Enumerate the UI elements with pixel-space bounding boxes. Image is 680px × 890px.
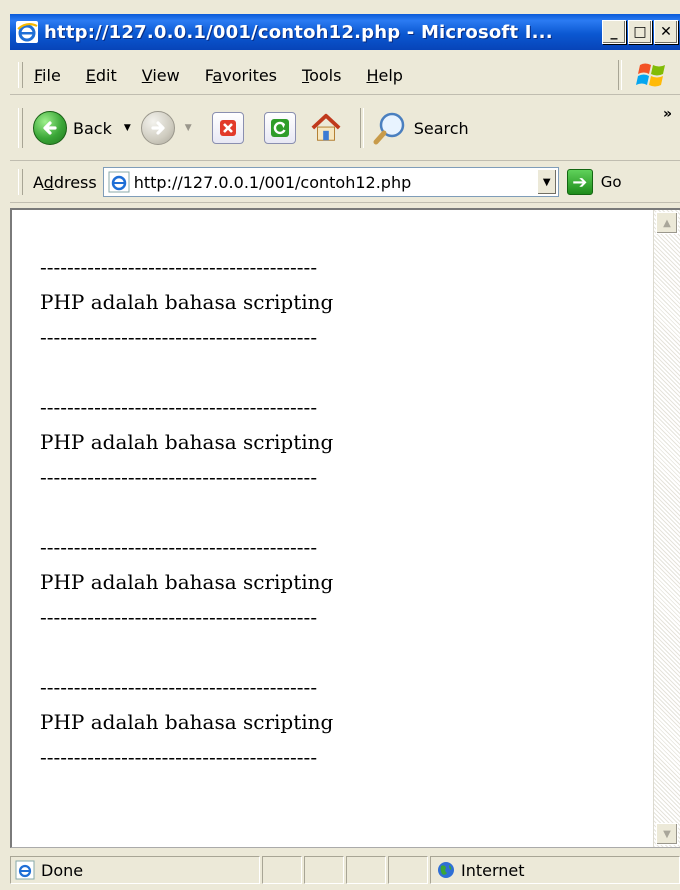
close-button[interactable]: ✕: [654, 20, 678, 44]
stop-button[interactable]: [211, 112, 244, 144]
page-content: ----------------------------------------…: [12, 210, 653, 847]
address-url: http://127.0.0.1/001/contoh12.php: [133, 172, 412, 192]
text-block-1: ----------------------------------------…: [40, 250, 333, 355]
menu-bar: File Edit View Favorites Tools Help: [10, 56, 680, 95]
globe-icon: [438, 862, 454, 878]
search-label: Search: [413, 118, 469, 138]
windows-logo-icon: [636, 63, 665, 87]
search-button[interactable]: Search: [372, 111, 469, 145]
dash-rule: ----------------------------------------…: [40, 325, 318, 349]
back-button[interactable]: Back: [33, 111, 112, 145]
block-text: PHP adalah bahasa scripting: [40, 430, 334, 454]
scroll-up-icon[interactable]: ▲: [656, 212, 678, 234]
status-zone-text: Internet: [461, 860, 525, 880]
vertical-scrollbar[interactable]: ▲ ▼: [653, 210, 680, 847]
go-button[interactable]: ➔ Go: [566, 169, 622, 195]
refresh-icon: [270, 119, 289, 137]
home-icon: [311, 113, 341, 141]
text-block-4: ----------------------------------------…: [40, 670, 333, 775]
back-label: Back: [73, 118, 112, 138]
status-pane-3: [346, 856, 386, 884]
forward-button[interactable]: [140, 111, 175, 145]
address-label: Address: [33, 172, 97, 192]
back-arrow-icon: [33, 111, 67, 145]
page-icon: [108, 171, 130, 193]
address-dropdown-icon[interactable]: ▼: [536, 169, 557, 195]
text-block-2: ----------------------------------------…: [40, 390, 333, 495]
menu-help[interactable]: Help: [365, 64, 403, 87]
forward-dropdown-icon[interactable]: ▼: [185, 123, 192, 133]
status-main: Done: [10, 856, 260, 884]
maximize-icon: □: [633, 24, 647, 40]
menu-edit[interactable]: Edit: [85, 64, 118, 87]
address-input[interactable]: http://127.0.0.1/001/contoh12.php ▼: [102, 167, 559, 197]
status-pane-4: [388, 856, 428, 884]
toolbar-overflow-chevron-icon[interactable]: »: [663, 106, 672, 122]
dash-rule: ----------------------------------------…: [40, 675, 318, 699]
menu-separator: [618, 60, 622, 90]
status-text: Done: [41, 860, 84, 880]
text-block-3: ----------------------------------------…: [40, 530, 333, 635]
standard-toolbar: Back ▼ ▼ Search »: [10, 96, 680, 161]
toolbar-grip[interactable]: [18, 108, 23, 148]
close-icon: ✕: [660, 24, 672, 40]
home-button[interactable]: [310, 112, 342, 144]
dash-rule: ----------------------------------------…: [40, 535, 318, 559]
block-text: PHP adalah bahasa scripting: [40, 710, 334, 734]
status-pane-2: [304, 856, 344, 884]
menubar-grip[interactable]: [18, 62, 23, 88]
forward-arrow-icon: [140, 111, 175, 145]
window-title: http://127.0.0.1/001/contoh12.php - Micr…: [44, 21, 553, 43]
status-pane-1: [262, 856, 302, 884]
dash-rule: ----------------------------------------…: [40, 465, 318, 489]
go-arrow-icon: ➔: [566, 169, 593, 195]
dash-rule: ----------------------------------------…: [40, 255, 318, 279]
addressbar-grip[interactable]: [18, 169, 23, 195]
content-frame: ----------------------------------------…: [10, 208, 680, 848]
minimize-button[interactable]: _: [602, 20, 626, 44]
block-text: PHP adalah bahasa scripting: [40, 570, 334, 594]
dash-rule: ----------------------------------------…: [40, 745, 318, 769]
scroll-down-icon[interactable]: ▼: [656, 823, 678, 845]
menu-tools[interactable]: Tools: [301, 64, 342, 87]
toolbar-separator: [359, 108, 364, 148]
stop-icon: [219, 120, 236, 136]
block-text: PHP adalah bahasa scripting: [40, 290, 334, 314]
page-done-icon: [15, 860, 35, 880]
address-bar: Address http://127.0.0.1/001/contoh12.ph…: [10, 162, 680, 203]
refresh-button[interactable]: [263, 112, 296, 144]
browser-window: http://127.0.0.1/001/contoh12.php - Micr…: [0, 0, 680, 890]
back-dropdown-icon[interactable]: ▼: [124, 123, 131, 133]
dash-rule: ----------------------------------------…: [40, 605, 318, 629]
title-bar[interactable]: http://127.0.0.1/001/contoh12.php - Micr…: [10, 14, 680, 50]
menu-file[interactable]: File: [33, 64, 62, 87]
search-icon: [373, 112, 404, 145]
ie-logo-icon: [16, 21, 38, 43]
go-label: Go: [600, 173, 622, 191]
menu-view[interactable]: View: [141, 64, 181, 87]
status-bar: Done Internet: [10, 852, 680, 888]
maximize-button[interactable]: □: [628, 20, 652, 44]
menu-favorites[interactable]: Favorites: [204, 64, 278, 87]
minimize-icon: _: [610, 24, 618, 40]
status-zone: Internet: [430, 856, 680, 884]
dash-rule: ----------------------------------------…: [40, 395, 318, 419]
